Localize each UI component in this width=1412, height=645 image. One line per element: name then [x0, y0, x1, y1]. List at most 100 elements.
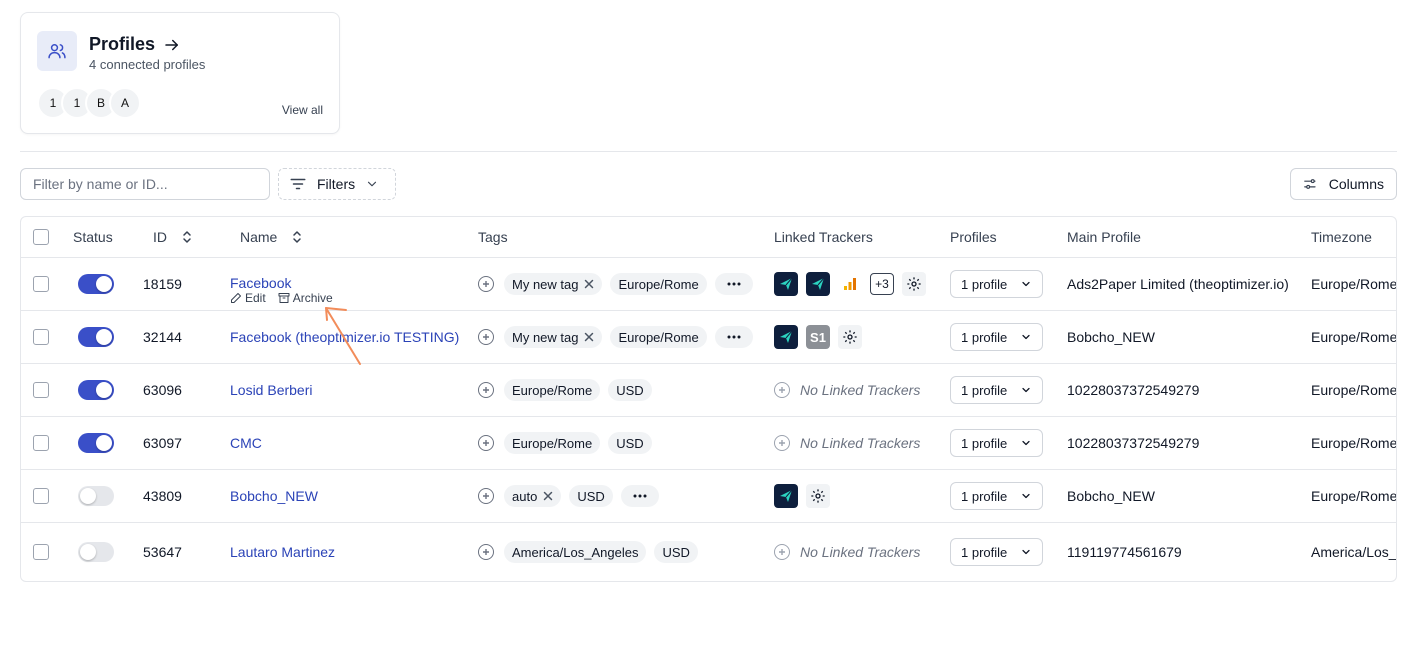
- row-checkbox[interactable]: [33, 544, 49, 560]
- header-timezone: Timezone: [1311, 229, 1372, 245]
- header-status: Status: [73, 229, 113, 245]
- row-id: 32144: [143, 329, 182, 345]
- profiles-select[interactable]: 1 profile: [950, 270, 1043, 298]
- row-id: 43809: [143, 488, 182, 504]
- timezone: Europe/Rome: [1311, 382, 1397, 398]
- status-toggle[interactable]: [78, 380, 114, 400]
- account-name-link[interactable]: Bobcho_NEW: [230, 488, 318, 504]
- add-tag-icon[interactable]: [478, 435, 494, 451]
- profiles-select[interactable]: 1 profile: [950, 482, 1043, 510]
- add-tracker-icon[interactable]: [774, 544, 790, 560]
- more-tags-button[interactable]: [714, 326, 753, 348]
- arrow-right-icon[interactable]: [163, 36, 181, 54]
- header-profiles: Profiles: [950, 229, 997, 245]
- tracker-logo-icon[interactable]: [806, 272, 830, 296]
- filters-button[interactable]: Filters: [278, 168, 396, 200]
- s1-tracker-icon[interactable]: S1: [806, 325, 830, 349]
- columns-button[interactable]: Columns: [1290, 168, 1397, 200]
- add-tracker-icon[interactable]: [774, 382, 790, 398]
- sort-icon[interactable]: [181, 230, 193, 244]
- pencil-icon: [231, 293, 241, 303]
- tracker-logo-icon[interactable]: [774, 272, 798, 296]
- table-row: 18159 Facebook Edit Archive My new tag E…: [21, 258, 1397, 311]
- status-toggle[interactable]: [78, 433, 114, 453]
- timezone: Europe/Rome: [1311, 276, 1397, 292]
- tag-label: My new tag: [512, 276, 579, 292]
- accounts-table: Status ID Name Tags Linked Trackers Prof…: [20, 216, 1397, 582]
- account-name-link[interactable]: CMC: [230, 435, 262, 451]
- tag: auto: [504, 485, 562, 507]
- status-toggle[interactable]: [78, 542, 114, 562]
- tag-label: Europe/Rome: [618, 329, 699, 345]
- main-profile: Bobcho_NEW: [1067, 488, 1155, 504]
- more-tags-button[interactable]: [620, 485, 659, 507]
- row-id: 18159: [143, 276, 182, 292]
- profiles-select[interactable]: 1 profile: [950, 323, 1043, 351]
- profiles-title[interactable]: Profiles: [89, 34, 181, 55]
- tag: America/Los_Angeles: [504, 541, 647, 563]
- profiles-select[interactable]: 1 profile: [950, 429, 1043, 457]
- add-tag-icon[interactable]: [478, 488, 494, 504]
- tracker-logo-icon[interactable]: [774, 484, 798, 508]
- timezone: Europe/Rome: [1311, 488, 1397, 504]
- main-profile: 119119774561679: [1067, 544, 1182, 560]
- account-name-link[interactable]: Lautaro Martinez: [230, 544, 335, 560]
- profiles-title-text[interactable]: Profiles: [89, 34, 155, 55]
- tracker-logo-icon[interactable]: [774, 325, 798, 349]
- table-row: 43809 Bobcho_NEW auto USD 1 profile Bobc…: [21, 470, 1397, 523]
- chevron-down-icon: [368, 181, 377, 187]
- row-checkbox[interactable]: [33, 329, 49, 345]
- tag-label: America/Los_Angeles: [512, 544, 639, 560]
- chevron-down-icon: [1022, 334, 1030, 340]
- profiles-select[interactable]: 1 profile: [950, 538, 1043, 566]
- ellipsis-icon: [633, 494, 647, 498]
- header-name-sort[interactable]: Name: [240, 217, 303, 257]
- ellipsis-icon: [727, 282, 741, 286]
- header-id-sort[interactable]: ID: [153, 217, 193, 257]
- remove-tag-icon[interactable]: [543, 491, 553, 501]
- profiles-select-value: 1 profile: [961, 435, 1008, 451]
- edit-action[interactable]: Edit: [230, 291, 266, 305]
- timezone: Europe/Rome: [1311, 329, 1397, 345]
- row-checkbox[interactable]: [33, 382, 49, 398]
- tag-label: USD: [616, 435, 644, 451]
- sort-icon[interactable]: [291, 230, 303, 244]
- profiles-select-value: 1 profile: [961, 488, 1008, 504]
- status-toggle[interactable]: [78, 274, 114, 294]
- row-checkbox[interactable]: [33, 488, 49, 504]
- add-tag-icon[interactable]: [478, 276, 494, 292]
- filter-input[interactable]: [20, 168, 270, 200]
- gear-icon[interactable]: [806, 484, 830, 508]
- edit-label[interactable]: Edit: [245, 291, 266, 305]
- remove-tag-icon[interactable]: [584, 332, 594, 342]
- analytics-tracker-icon[interactable]: [838, 272, 862, 296]
- chevron-down-icon: [1022, 281, 1030, 287]
- add-tag-icon[interactable]: [478, 382, 494, 398]
- chevron-down-icon: [1022, 493, 1030, 499]
- add-tracker-icon[interactable]: [774, 435, 790, 451]
- add-tag-icon[interactable]: [478, 544, 494, 560]
- header-linked-trackers: Linked Trackers: [774, 229, 873, 245]
- profiles-select[interactable]: 1 profile: [950, 376, 1043, 404]
- more-trackers-count[interactable]: +3: [870, 273, 894, 295]
- more-tags-button[interactable]: [714, 273, 753, 295]
- gear-icon[interactable]: [902, 272, 926, 296]
- header-name[interactable]: Name: [240, 229, 277, 245]
- gear-icon[interactable]: [838, 325, 862, 349]
- divider: [20, 151, 1397, 152]
- main-profile: Bobcho_NEW: [1067, 329, 1155, 345]
- chevron-down-icon: [1022, 549, 1030, 555]
- account-name-link[interactable]: Facebook: [230, 275, 291, 291]
- status-toggle[interactable]: [78, 486, 114, 506]
- view-all-link[interactable]: View all: [282, 103, 323, 117]
- remove-tag-icon[interactable]: [584, 279, 594, 289]
- add-tag-icon[interactable]: [478, 329, 494, 345]
- header-id[interactable]: ID: [153, 229, 167, 245]
- account-name-link[interactable]: Losid Berberi: [230, 382, 313, 398]
- profiles-card[interactable]: Profiles 4 connected profiles 1 1 B A Vi…: [20, 12, 340, 134]
- main-profile: Ads2Paper Limited (theoptimizer.io): [1067, 276, 1289, 292]
- status-toggle[interactable]: [78, 327, 114, 347]
- row-checkbox[interactable]: [33, 435, 49, 451]
- select-all-checkbox[interactable]: [33, 229, 49, 245]
- row-checkbox[interactable]: [33, 276, 49, 292]
